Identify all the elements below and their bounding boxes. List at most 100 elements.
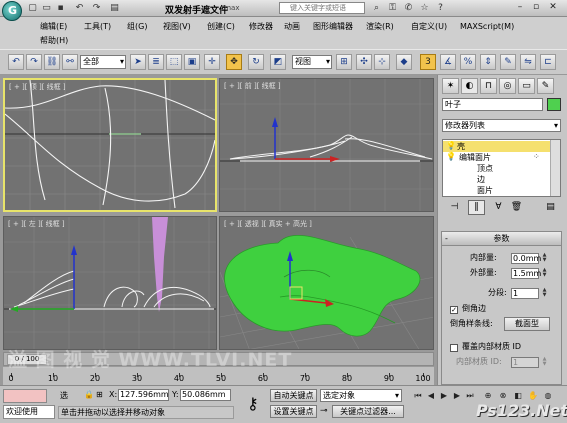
menu-group[interactable]: 组(G) bbox=[127, 21, 147, 33]
mirror-icon[interactable]: ⇋ bbox=[520, 54, 536, 70]
minimize-icon[interactable]: – bbox=[514, 2, 526, 14]
menu-create[interactable]: 创建(C) bbox=[207, 21, 235, 33]
communication-icon[interactable]: ✆ bbox=[402, 2, 415, 14]
parameters-rollout-header[interactable]: - 参数 bbox=[442, 232, 561, 246]
inner-amount-spinner[interactable]: ▲ ▼ bbox=[541, 253, 548, 264]
zoom-all-icon[interactable]: ⊗ bbox=[497, 389, 509, 402]
angle-snap-icon[interactable]: ∡ bbox=[440, 54, 456, 70]
window-crossing-icon[interactable]: ▣ bbox=[184, 54, 200, 70]
select-scale-icon[interactable]: ◩ bbox=[270, 54, 286, 70]
menu-rendering[interactable]: 渲染(R) bbox=[366, 21, 394, 33]
frame-counter[interactable]: 0 / 100 bbox=[7, 354, 47, 365]
maxscript-mini-listener[interactable]: 欢迎使用 bbox=[3, 405, 55, 419]
x-coordinate-field[interactable]: 127.596mm bbox=[118, 389, 169, 401]
viewport-front[interactable]: [ + ][ 前 ][ 线框 ] bbox=[219, 78, 434, 212]
collapse-icon[interactable]: - bbox=[445, 232, 448, 245]
next-frame-icon[interactable]: ▶ bbox=[451, 389, 463, 402]
select-move-active-icon[interactable]: ✥ bbox=[226, 54, 242, 70]
absolute-mode-icon[interactable]: ⊞ bbox=[96, 390, 103, 399]
menu-edit[interactable]: 编辑(E) bbox=[40, 21, 67, 33]
create-tab-icon[interactable]: ✶ bbox=[442, 78, 459, 94]
motion-tab-icon[interactable]: ◎ bbox=[499, 78, 516, 94]
select-object-icon[interactable]: ➤ bbox=[130, 54, 146, 70]
stack-item-vertex[interactable]: 顶点 bbox=[443, 163, 550, 174]
lightbulb-icon[interactable]: 💡 bbox=[446, 141, 456, 150]
pin-stack-icon[interactable]: ⊣ bbox=[446, 200, 463, 215]
maxscript-listener[interactable] bbox=[3, 389, 47, 403]
object-color-swatch[interactable] bbox=[547, 98, 561, 111]
snaps-toggle-icon[interactable]: ◆ bbox=[396, 54, 412, 70]
select-by-name-icon[interactable]: ≣ bbox=[148, 54, 164, 70]
stack-scrollbar[interactable] bbox=[550, 140, 560, 196]
align-icon[interactable]: ⊏ bbox=[540, 54, 556, 70]
spinner-snap-icon[interactable]: ⇕ bbox=[480, 54, 496, 70]
app-logo-icon[interactable]: G bbox=[2, 1, 22, 21]
undo-icon[interactable]: ↶ bbox=[73, 2, 86, 14]
modifier-list-select[interactable]: 修改器列表 bbox=[442, 119, 561, 132]
override-inner-mat-checkbox[interactable] bbox=[450, 344, 458, 352]
viewport-left[interactable]: [ + ][ 左 ][ 线框 ] bbox=[3, 216, 217, 350]
inner-amount-field[interactable]: 0.0mm bbox=[511, 253, 541, 264]
menu-customize[interactable]: 自定义(U) bbox=[411, 21, 447, 33]
viewport-perspective[interactable]: [ + ][ 透视 ][ 真实 + 高光 ] bbox=[219, 216, 434, 350]
maximize-icon[interactable]: ▫ bbox=[530, 2, 542, 14]
pivot-center-icon[interactable]: ⊞ bbox=[336, 54, 352, 70]
pan-icon[interactable]: ✋ bbox=[527, 389, 539, 402]
menu-views[interactable]: 视图(V) bbox=[163, 21, 191, 33]
menu-modifiers[interactable]: 修改器 bbox=[249, 21, 273, 33]
menu-maxscript[interactable]: MAXScript(M) bbox=[460, 21, 514, 33]
inner-mat-id-spinner[interactable]: ▲ ▼ bbox=[541, 357, 548, 368]
select-rotate-icon[interactable]: ↻ bbox=[248, 54, 264, 70]
percent-snap-icon[interactable]: % bbox=[460, 54, 476, 70]
stack-item-edge[interactable]: 边 bbox=[443, 174, 550, 185]
new-file-icon[interactable]: ▢ bbox=[26, 2, 39, 14]
menu-tools[interactable]: 工具(T) bbox=[84, 21, 111, 33]
auto-key-button[interactable]: 自动关键点 bbox=[270, 389, 317, 402]
track-bar[interactable]: 0 10 20 30 40 50 60 70 80 90 100 bbox=[3, 367, 434, 385]
viewport-left-label[interactable]: [ + ][ 左 ][ 线框 ] bbox=[8, 219, 65, 229]
selection-set-select[interactable]: 选定对象 bbox=[320, 389, 402, 402]
make-unique-icon[interactable]: ∀ bbox=[490, 200, 507, 215]
menu-animation[interactable]: 动画 bbox=[284, 21, 300, 33]
segments-field[interactable]: 1 bbox=[511, 288, 539, 299]
bevel-edges-checkbox[interactable]: ✓ bbox=[450, 306, 458, 314]
menu-graph-editors[interactable]: 图形编辑器 bbox=[313, 21, 353, 33]
subscription-icon[interactable]: ⚿ bbox=[386, 2, 399, 14]
field-of-view-icon[interactable]: ◧ bbox=[512, 389, 524, 402]
link-icon[interactable]: ⛓ bbox=[44, 54, 60, 70]
key-mode-icon[interactable]: ⊸ bbox=[320, 406, 328, 416]
redo-icon[interactable]: ↷ bbox=[90, 2, 103, 14]
remove-modifier-icon[interactable]: 🗑 bbox=[508, 200, 525, 215]
lock-selection-icon[interactable]: 🔒 bbox=[84, 390, 94, 399]
show-end-result-icon[interactable]: ‖ bbox=[468, 200, 485, 215]
time-slider[interactable]: 0 / 100 bbox=[3, 352, 434, 366]
go-to-start-icon[interactable]: ⏮ bbox=[412, 389, 424, 402]
select-manipulate-icon[interactable]: ✣ bbox=[356, 54, 372, 70]
project-folder-icon[interactable]: ▤ bbox=[108, 2, 121, 14]
set-key-button[interactable]: 设置关键点 bbox=[270, 405, 317, 418]
search-input[interactable]: 键入关键字或短语 bbox=[279, 2, 365, 14]
region-select-icon[interactable]: ⬚ bbox=[166, 54, 182, 70]
inner-mat-id-field[interactable]: 1 bbox=[511, 357, 539, 368]
search-icon[interactable]: ⌕ bbox=[370, 2, 383, 14]
bevel-spline-button[interactable]: 截面型 bbox=[504, 317, 550, 331]
viewport-perspective-label[interactable]: [ + ][ 透视 ][ 真实 + 高光 ] bbox=[224, 219, 312, 229]
segments-spinner[interactable]: ▲ ▼ bbox=[541, 288, 548, 299]
viewport-top-label[interactable]: [ + ][ 顶 ][ 线框 ] bbox=[9, 82, 66, 92]
outer-amount-field[interactable]: 1.5mm bbox=[511, 268, 541, 279]
redo-tool-icon[interactable]: ↷ bbox=[26, 54, 42, 70]
go-to-end-icon[interactable]: ⏭ bbox=[464, 389, 476, 402]
utilities-tab-icon[interactable]: ✎ bbox=[537, 78, 554, 94]
outer-amount-spinner[interactable]: ▲ ▼ bbox=[541, 268, 548, 279]
menu-help[interactable]: 帮助(H) bbox=[40, 35, 68, 47]
undo-tool-icon[interactable]: ↶ bbox=[8, 54, 24, 70]
viewport-top[interactable]: [ + ][ 顶 ][ 线框 ] bbox=[3, 78, 217, 212]
reference-coordinate-select[interactable]: 视图 bbox=[292, 55, 332, 69]
select-move-icon[interactable]: ✛ bbox=[204, 54, 220, 70]
open-file-icon[interactable]: ▭ bbox=[40, 2, 53, 14]
selection-filter-select[interactable]: 全部 bbox=[80, 55, 126, 69]
previous-frame-icon[interactable]: ◀ bbox=[425, 389, 437, 402]
orbit-icon[interactable]: ◍ bbox=[542, 389, 554, 402]
configure-sets-icon[interactable]: ▤ bbox=[542, 200, 559, 215]
close-icon[interactable]: ✕ bbox=[547, 2, 559, 14]
